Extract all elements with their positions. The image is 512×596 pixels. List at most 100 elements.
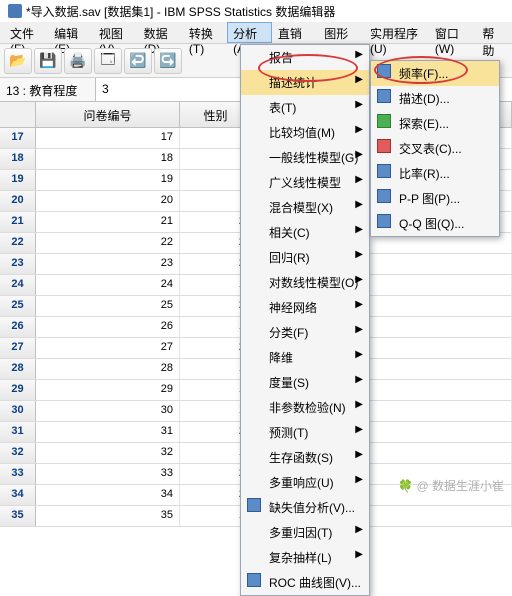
row-number[interactable]: 31	[0, 422, 36, 442]
menu-window[interactable]: 窗口(W)	[429, 22, 476, 43]
row-number[interactable]: 27	[0, 338, 36, 358]
menu-item[interactable]: ROC 曲线图(V)...	[241, 570, 369, 595]
menu-edit[interactable]: 编辑(E)	[48, 22, 93, 43]
menu-item[interactable]: 广义线性模型▶	[241, 170, 369, 195]
cell[interactable]: 29	[36, 380, 180, 400]
menu-item[interactable]: 预测(T)▶	[241, 420, 369, 445]
cell[interactable]: 30	[36, 401, 180, 421]
menu-item-label: 缺失值分析(V)...	[269, 501, 355, 515]
row-number[interactable]: 22	[0, 233, 36, 253]
row-number[interactable]: 19	[0, 170, 36, 190]
cell[interactable]: 28	[36, 359, 180, 379]
recall-icon[interactable]: 🗔	[94, 48, 122, 74]
menu-item-label: 表(T)	[269, 101, 296, 115]
cell[interactable]: 18	[36, 149, 180, 169]
cell[interactable]: 22	[36, 233, 180, 253]
row-number[interactable]: 32	[0, 443, 36, 463]
cell[interactable]: 24	[36, 275, 180, 295]
menu-item-label: 降维	[269, 351, 293, 365]
menubar: 文件(F) 编辑(E) 视图(V) 数据(D) 转换(T) 分析(A) 直销(M…	[0, 22, 512, 44]
row-number[interactable]: 18	[0, 149, 36, 169]
cell[interactable]: 26	[36, 317, 180, 337]
row-number[interactable]: 30	[0, 401, 36, 421]
row-number[interactable]: 24	[0, 275, 36, 295]
menu-item-label: 混合模型(X)	[269, 201, 333, 215]
menu-item[interactable]: 缺失值分析(V)...	[241, 495, 369, 520]
row-number[interactable]: 20	[0, 191, 36, 211]
menu-item-icon	[377, 64, 391, 78]
print-icon[interactable]: 🖨️	[64, 48, 92, 74]
menu-item-label: 描述(D)...	[399, 92, 450, 106]
row-number[interactable]: 28	[0, 359, 36, 379]
cell[interactable]: 35	[36, 506, 180, 526]
menu-item[interactable]: 相关(C)▶	[241, 220, 369, 245]
menu-item[interactable]: 生存函数(S)▶	[241, 445, 369, 470]
menu-item[interactable]: 神经网络▶	[241, 295, 369, 320]
menu-item[interactable]: 度量(S)▶	[241, 370, 369, 395]
menu-item[interactable]: 描述统计▶	[241, 70, 369, 95]
menu-item[interactable]: 回归(R)▶	[241, 245, 369, 270]
menu-item-label: 报告	[269, 51, 293, 65]
row-number[interactable]: 35	[0, 506, 36, 526]
cell[interactable]: 17	[36, 128, 180, 148]
menu-item[interactable]: 比较均值(M)▶	[241, 120, 369, 145]
menu-item[interactable]: 比率(R)...	[371, 161, 499, 186]
row-number[interactable]: 33	[0, 464, 36, 484]
menu-data[interactable]: 数据(D)	[138, 22, 183, 43]
menu-item-icon	[247, 498, 261, 512]
row-number[interactable]: 17	[0, 128, 36, 148]
column-header[interactable]: 问卷编号	[36, 102, 180, 127]
open-icon[interactable]: 📂	[4, 48, 32, 74]
cell[interactable]: 19	[36, 170, 180, 190]
menu-item[interactable]: 描述(D)...	[371, 86, 499, 111]
cell[interactable]: 20	[36, 191, 180, 211]
cell[interactable]: 25	[36, 296, 180, 316]
row-number[interactable]: 34	[0, 485, 36, 505]
cell[interactable]: 34	[36, 485, 180, 505]
row-number[interactable]: 25	[0, 296, 36, 316]
menu-view[interactable]: 视图(V)	[93, 22, 138, 43]
submenu-arrow-icon: ▶	[355, 224, 363, 235]
row-number[interactable]: 23	[0, 254, 36, 274]
menu-item[interactable]: 探索(E)...	[371, 111, 499, 136]
menu-item[interactable]: 混合模型(X)▶	[241, 195, 369, 220]
menu-item-label: 广义线性模型	[269, 176, 341, 190]
menu-item[interactable]: 表(T)▶	[241, 95, 369, 120]
menu-file[interactable]: 文件(F)	[4, 22, 48, 43]
menu-item[interactable]: 交叉表(C)...	[371, 136, 499, 161]
menu-item[interactable]: 非参数检验(N)▶	[241, 395, 369, 420]
undo-icon[interactable]: ↩️	[124, 48, 152, 74]
menu-analyze[interactable]: 分析(A)	[227, 22, 272, 43]
redo-icon[interactable]: ↪️	[154, 48, 182, 74]
menu-item[interactable]: 报告▶	[241, 45, 369, 70]
cell[interactable]: 21	[36, 212, 180, 232]
cell[interactable]: 27	[36, 338, 180, 358]
menu-direct[interactable]: 直销(M)	[272, 22, 318, 43]
menu-item[interactable]: 降维▶	[241, 345, 369, 370]
row-number[interactable]: 21	[0, 212, 36, 232]
cell[interactable]: 31	[36, 422, 180, 442]
menu-item[interactable]: 对数线性模型(O)▶	[241, 270, 369, 295]
menu-help[interactable]: 帮助	[476, 22, 508, 43]
menu-item[interactable]: P-P 图(P)...	[371, 186, 499, 211]
menu-item-label: 比较均值(M)	[269, 126, 335, 140]
menu-item[interactable]: 频率(F)...	[371, 61, 499, 86]
menu-item[interactable]: Q-Q 图(Q)...	[371, 211, 499, 236]
menu-utilities[interactable]: 实用程序(U)	[364, 22, 429, 43]
menu-item[interactable]: 多重归因(T)▶	[241, 520, 369, 545]
row-number[interactable]: 26	[0, 317, 36, 337]
save-icon[interactable]: 💾	[34, 48, 62, 74]
cell[interactable]: 32	[36, 443, 180, 463]
cell[interactable]: 23	[36, 254, 180, 274]
submenu-arrow-icon: ▶	[355, 374, 363, 385]
app-icon	[8, 4, 22, 18]
row-number[interactable]: 29	[0, 380, 36, 400]
menu-graphs[interactable]: 图形(G)	[318, 22, 364, 43]
cell[interactable]: 33	[36, 464, 180, 484]
menu-item[interactable]: 一般线性模型(G)▶	[241, 145, 369, 170]
menu-item-label: 生存函数(S)	[269, 451, 333, 465]
menu-item[interactable]: 复杂抽样(L)▶	[241, 545, 369, 570]
menu-item[interactable]: 多重响应(U)▶	[241, 470, 369, 495]
menu-item[interactable]: 分类(F)▶	[241, 320, 369, 345]
menu-transform[interactable]: 转换(T)	[183, 22, 227, 43]
